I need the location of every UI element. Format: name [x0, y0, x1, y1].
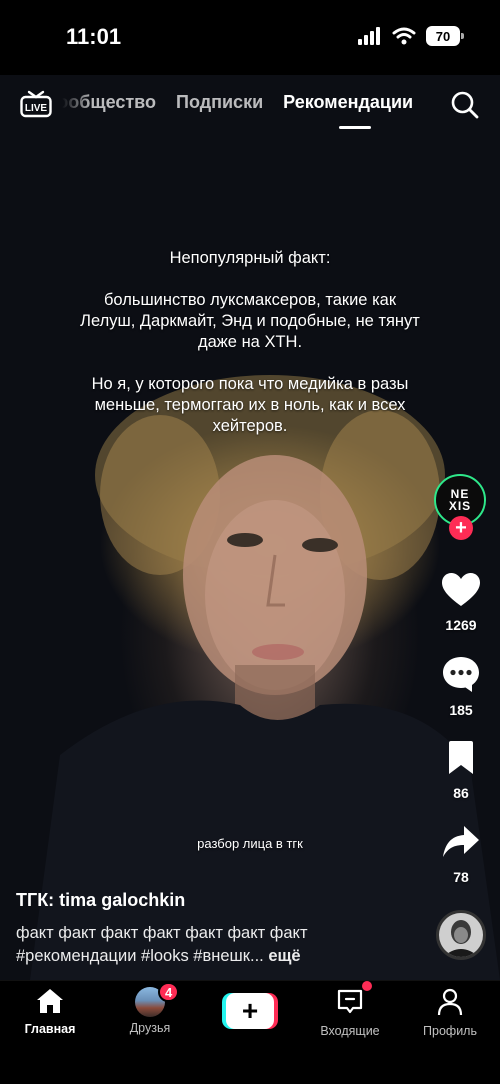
tab-friends[interactable]: Друзья	[100, 987, 200, 1035]
status-icons: 70	[358, 26, 464, 46]
heart-icon[interactable]	[441, 572, 481, 608]
friends-badge: 4	[158, 982, 180, 1002]
bookmark-icon[interactable]	[446, 740, 476, 776]
overlay-paragraph-2: Но я, у которого пока что медийка в разы…	[91, 375, 409, 435]
signal-icon	[358, 27, 380, 45]
like-count: 1269	[445, 617, 477, 633]
bookmark-count: 86	[453, 785, 469, 801]
create-button[interactable]: +	[222, 993, 278, 1029]
more-link[interactable]: ещё	[268, 947, 300, 965]
battery-indicator: 70	[426, 26, 464, 46]
live-label: LIVE	[25, 103, 48, 114]
video-caption: разбор лица в тгк	[197, 836, 303, 851]
music-disc[interactable]	[436, 910, 486, 960]
author-name[interactable]: ТГК: tima galochkin	[16, 890, 185, 911]
comment-icon[interactable]	[441, 655, 481, 693]
comment-count: 185	[449, 702, 473, 718]
search-icon[interactable]	[450, 90, 480, 120]
home-label: Главная	[24, 1022, 76, 1036]
friends-label: Друзья	[129, 1021, 171, 1035]
share-count: 78	[453, 869, 469, 885]
tab-inbox[interactable]: Входящие	[300, 987, 400, 1038]
inbox-icon	[337, 989, 363, 1014]
description-text: факт факт факт факт факт факт факт #реко…	[16, 924, 308, 965]
post-description[interactable]: факт факт факт факт факт факт факт #реко…	[16, 922, 416, 968]
wifi-icon	[392, 27, 416, 45]
share-action[interactable]: 78	[430, 824, 492, 885]
avatar-text-line2: XIS	[448, 499, 472, 513]
creator-avatar-group: NE XIS +	[434, 474, 488, 540]
music-cover-image	[439, 913, 483, 957]
home-icon	[37, 989, 63, 1013]
tab-following[interactable]: Подписки	[176, 92, 263, 113]
live-icon[interactable]: LIVE	[20, 90, 52, 118]
overlay-paragraph-1: большинство луксмаксеров, такие как Лелу…	[80, 291, 420, 351]
profile-label: Профиль	[423, 1024, 477, 1038]
comment-action[interactable]: 185	[430, 655, 492, 718]
follow-button[interactable]: +	[449, 516, 473, 540]
tab-profile[interactable]: Профиль	[400, 987, 500, 1038]
video-overlay-text: Непопулярный факт: большинство луксмаксе…	[75, 248, 425, 458]
inbox-notification-dot	[362, 981, 372, 991]
tab-home[interactable]: Главная	[0, 987, 100, 1036]
bookmark-action[interactable]: 86	[430, 740, 492, 801]
tab-community[interactable]: Сообщество	[62, 92, 156, 113]
tab-for-you[interactable]: Рекомендации	[283, 92, 413, 129]
overlay-heading: Непопулярный факт:	[169, 249, 331, 267]
top-nav: LIVE Сообщество Подписки Рекомендации	[0, 78, 500, 130]
create-plus-icon: +	[242, 995, 258, 1026]
bottom-tab-bar: Главная Друзья 4 + Входящие Профиль	[0, 980, 500, 1084]
status-bar: 11:01 70	[0, 0, 500, 75]
feed-tabs: Сообщество Подписки Рекомендации	[62, 92, 413, 129]
share-icon[interactable]	[441, 824, 481, 860]
inbox-label: Входящие	[320, 1024, 380, 1038]
like-action[interactable]: 1269	[430, 572, 492, 633]
status-time: 11:01	[66, 24, 122, 49]
profile-icon	[437, 988, 463, 1016]
